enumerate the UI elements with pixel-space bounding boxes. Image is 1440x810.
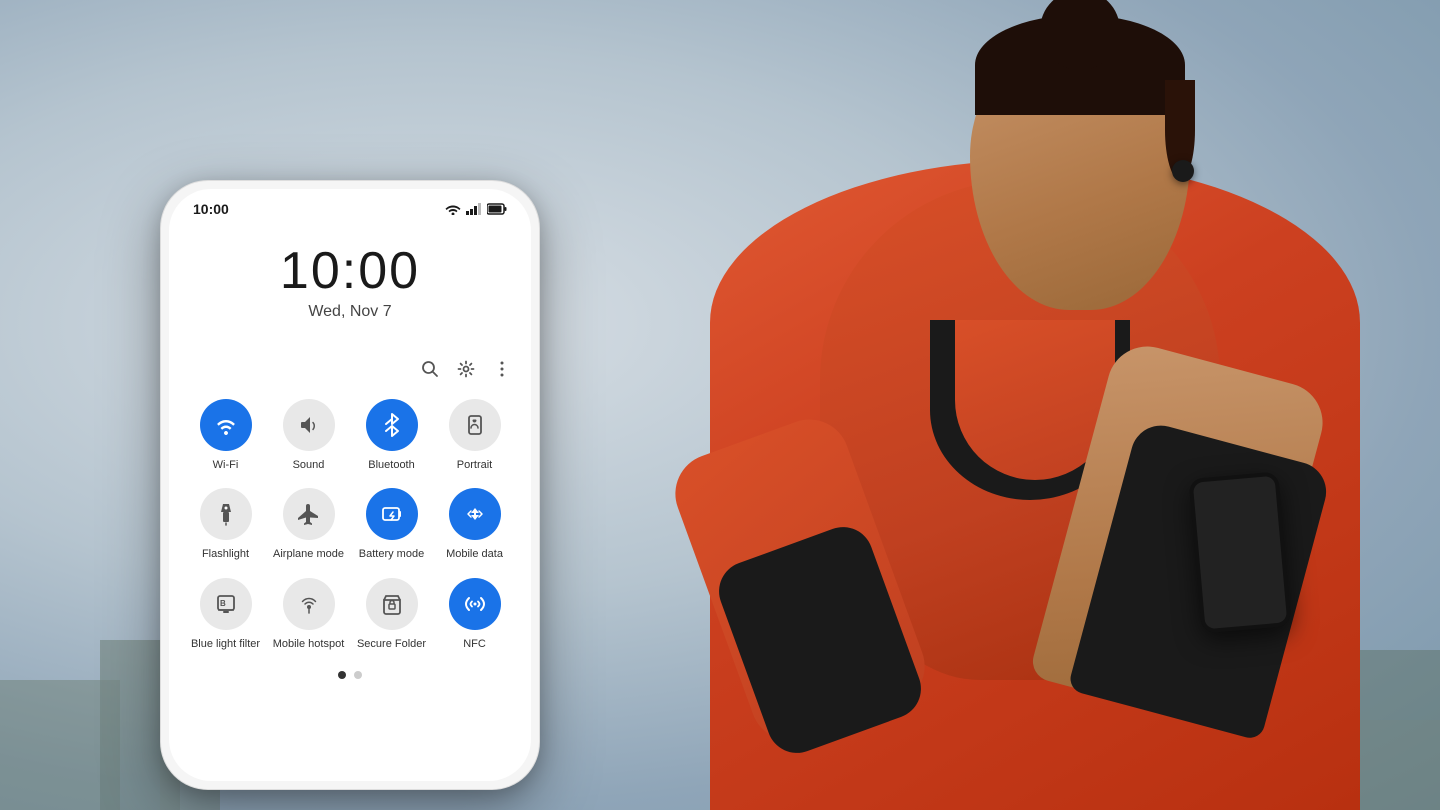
airplane-tile-label: Airplane mode (273, 547, 344, 561)
more-icon[interactable] (493, 360, 511, 383)
nfc-tile-label: NFC (463, 637, 486, 651)
pagination-dots (189, 671, 511, 679)
tile-portrait[interactable]: Portrait (438, 399, 511, 472)
signal-status-icon (466, 203, 482, 215)
battery-tile-label: Battery mode (359, 547, 424, 561)
qs-toolbar (189, 346, 511, 399)
lock-time: 10:00 (169, 245, 531, 297)
tile-blue-light[interactable]: B Blue light filter (189, 578, 262, 651)
sound-tile-icon (283, 399, 335, 451)
pagination-dot-2 (354, 671, 362, 679)
status-icons (445, 203, 507, 215)
quick-settings-panel: Wi-Fi Sound (169, 346, 531, 781)
battery-tile-icon (366, 488, 418, 540)
lock-screen-area: 10:00 Wed, Nov 7 (169, 225, 531, 346)
battery-status-icon (487, 203, 507, 215)
flashlight-tile-label: Flashlight (202, 547, 249, 561)
person-figure (540, 0, 1440, 810)
tile-hotspot[interactable]: Mobile hotspot (272, 578, 345, 651)
status-bar: 10:00 (169, 189, 531, 225)
blue-light-tile-icon: B (200, 578, 252, 630)
tile-bluetooth[interactable]: Bluetooth (355, 399, 428, 472)
nfc-tile-icon (449, 578, 501, 630)
tile-wifi[interactable]: Wi-Fi (189, 399, 262, 472)
mobile-data-tile-label: Mobile data (446, 547, 503, 561)
portrait-tile-label: Portrait (457, 458, 492, 472)
lock-date: Wed, Nov 7 (169, 303, 531, 321)
airplane-tile-icon (283, 488, 335, 540)
sound-tile-label: Sound (293, 458, 325, 472)
bluetooth-tile-icon (366, 399, 418, 451)
secure-folder-tile-icon (366, 578, 418, 630)
tile-sound[interactable]: Sound (272, 399, 345, 472)
bluetooth-tile-label: Bluetooth (368, 458, 414, 472)
tile-flashlight[interactable]: Flashlight (189, 488, 262, 561)
hotspot-tile-icon (283, 578, 335, 630)
tile-battery[interactable]: Battery mode (355, 488, 428, 561)
status-time: 10:00 (193, 201, 229, 217)
settings-icon[interactable] (457, 360, 475, 383)
secure-folder-tile-label: Secure Folder (357, 637, 426, 651)
tile-secure-folder[interactable]: Secure Folder (355, 578, 428, 651)
quick-tiles-grid: Wi-Fi Sound (189, 399, 511, 651)
tile-mobile-data[interactable]: Mobile data (438, 488, 511, 561)
svg-text:B: B (220, 599, 226, 608)
blue-light-tile-label: Blue light filter (191, 637, 260, 651)
tile-nfc[interactable]: NFC (438, 578, 511, 651)
wifi-status-icon (445, 203, 461, 215)
portrait-tile-icon (449, 399, 501, 451)
phone-mockup: 10:00 (160, 180, 540, 790)
held-phone (1188, 471, 1291, 633)
pagination-dot-1 (338, 671, 346, 679)
wifi-tile-label: Wi-Fi (213, 458, 239, 472)
search-icon[interactable] (421, 360, 439, 383)
mobile-data-tile-icon (449, 488, 501, 540)
hotspot-tile-label: Mobile hotspot (273, 637, 345, 651)
tile-airplane[interactable]: Airplane mode (272, 488, 345, 561)
wifi-tile-icon (200, 399, 252, 451)
flashlight-tile-icon (200, 488, 252, 540)
